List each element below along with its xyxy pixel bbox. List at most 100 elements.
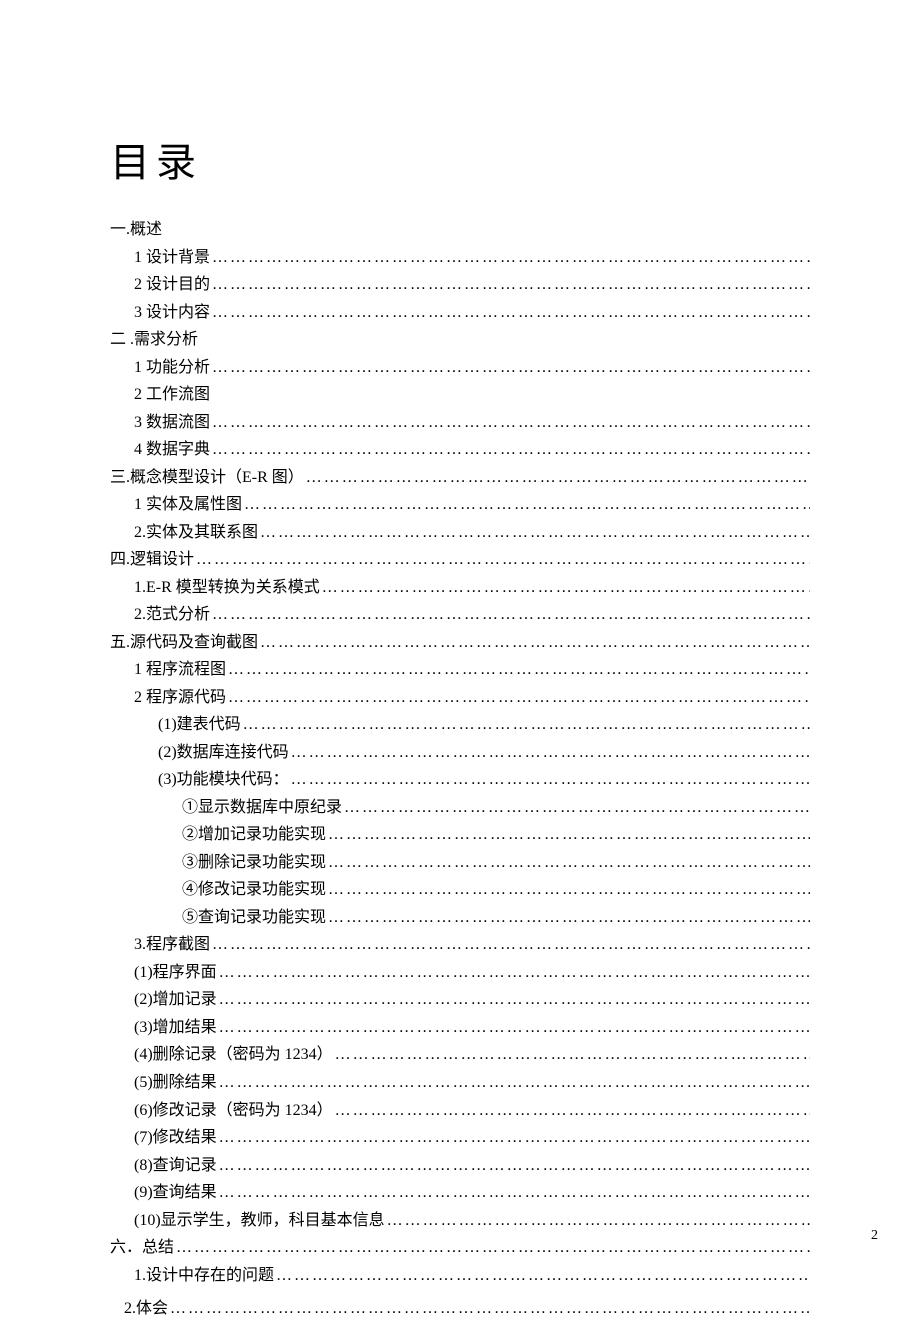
toc-entry: ①显示数据库中原纪录 (110, 794, 810, 822)
toc-entry-label: (1)建表代码 (158, 711, 241, 739)
toc-entry: 1 实体及属性图 (110, 491, 810, 519)
toc-entry-label: (7)修改结果 (134, 1124, 217, 1152)
toc-leader-dots (260, 519, 810, 547)
toc-leader-dots (335, 1097, 810, 1125)
toc-entry-label: (3)增加结果 (134, 1014, 217, 1042)
document-page: 目录 一.概述1 设计背景2 设计目的3 设计内容二 .需求分析1 功能分析2 … (0, 0, 920, 1302)
toc-entry-label: ⑤查询记录功能实现 (182, 904, 326, 932)
toc-entry: 3.程序截图 (110, 931, 810, 959)
toc-leader-dots (212, 354, 810, 382)
toc-entry: ③删除记录功能实现 (110, 849, 810, 877)
toc-entry: 五.源代码及查询截图 (110, 629, 810, 657)
toc-leader-dots (176, 1234, 810, 1262)
toc-leader-dots (196, 546, 810, 574)
toc-entry: 3 设计内容 (110, 299, 810, 327)
toc-entry-label: (8)查询记录 (134, 1152, 217, 1180)
toc-entry-label: 2 工作流图 (134, 381, 210, 409)
toc-entry: (4)删除记录（密码为 1234） (110, 1041, 810, 1069)
toc-entry-label: 1.设计中存在的问题 (134, 1262, 274, 1290)
toc-entry: ②增加记录功能实现 (110, 821, 810, 849)
toc-leader-dots (212, 271, 810, 299)
toc-leader-dots (291, 766, 810, 794)
toc-entry-label: 2.体会 (124, 1295, 168, 1323)
toc-entry-label: 1 功能分析 (134, 354, 210, 382)
toc-entry: ④修改记录功能实现 (110, 876, 810, 904)
toc-entry: (3)功能模块代码： (110, 766, 810, 794)
toc-entry-label: (4)删除记录（密码为 1234） (134, 1041, 333, 1069)
toc-entry: ⑤查询记录功能实现 (110, 904, 810, 932)
toc-entry: (10)显示学生，教师，科目基本信息 (110, 1207, 810, 1235)
toc-leader-dots (328, 849, 810, 877)
toc-entry: 1 程序流程图 (110, 656, 810, 684)
toc-leader-dots (328, 876, 810, 904)
toc-entry: 2 设计目的 (110, 271, 810, 299)
toc-entry-label: 一.概述 (110, 216, 162, 244)
toc-title: 目录 (110, 130, 810, 188)
toc-entry: (8)查询记录 (110, 1152, 810, 1180)
toc-entry: 1.设计中存在的问题 (110, 1262, 810, 1290)
toc-entry-label: 2.实体及其联系图 (134, 519, 258, 547)
toc-entry-label: ④修改记录功能实现 (182, 876, 326, 904)
toc-leader-dots (243, 711, 810, 739)
toc-entry-label: ①显示数据库中原纪录 (182, 794, 342, 822)
toc-entry: 1.E-R 模型转换为关系模式 (110, 574, 810, 602)
toc-leader-dots (344, 794, 810, 822)
toc-entry-label: 4 数据字典 (134, 436, 210, 464)
toc-entry-label: (9)查询结果 (134, 1179, 217, 1207)
toc-entry-label: (3)功能模块代码： (158, 766, 289, 794)
toc-entry: (9)查询结果 (110, 1179, 810, 1207)
toc-leader-dots (219, 1014, 810, 1042)
toc-entry-label: (2)增加记录 (134, 986, 217, 1014)
toc-leader-dots (244, 491, 810, 519)
toc-entry: 一.概述 (110, 216, 810, 244)
toc-leader-dots (212, 436, 810, 464)
toc-leader-dots (219, 986, 810, 1014)
toc-entry: (2)数据库连接代码 (110, 739, 810, 767)
toc-entry-label: 3 设计内容 (134, 299, 210, 327)
toc-entry: (5)删除结果 (110, 1069, 810, 1097)
toc-leader-dots (328, 904, 810, 932)
toc-leader-dots (276, 1262, 810, 1290)
toc-entry: 三.概念模型设计（E-R 图） (110, 464, 810, 492)
toc-entry-label: 三.概念模型设计（E-R 图） (110, 464, 304, 492)
toc-entry-label: 四.逻辑设计 (110, 546, 194, 574)
toc-entry: (1)程序界面 (110, 959, 810, 987)
toc-entry-label: 2 程序源代码 (134, 684, 226, 712)
toc-entry: 1 设计背景 (110, 244, 810, 272)
toc-entry-label: (10)显示学生，教师，科目基本信息 (134, 1207, 385, 1235)
toc-leader-dots (228, 684, 810, 712)
toc-entry-label: ②增加记录功能实现 (182, 821, 326, 849)
toc-leader-dots (291, 739, 810, 767)
toc-entry-label: ③删除记录功能实现 (182, 849, 326, 877)
toc-entry: (7)修改结果 (110, 1124, 810, 1152)
toc-leader-dots (219, 1124, 810, 1152)
toc-entry-label: 3 数据流图 (134, 409, 210, 437)
toc-entry-label: (1)程序界面 (134, 959, 217, 987)
toc-entry: 2 工作流图 (110, 381, 810, 409)
toc-entry: (3)增加结果 (110, 1014, 810, 1042)
toc-entry: 六．总结 (110, 1234, 810, 1262)
toc-leader-dots (219, 1069, 810, 1097)
toc-entry-label: (6)修改记录（密码为 1234） (134, 1097, 333, 1125)
table-of-contents: 一.概述1 设计背景2 设计目的3 设计内容二 .需求分析1 功能分析2 工作流… (110, 216, 810, 1323)
toc-leader-dots (212, 299, 810, 327)
toc-leader-dots (219, 1179, 810, 1207)
toc-entry: 4 数据字典 (110, 436, 810, 464)
toc-entry-label: 1 程序流程图 (134, 656, 226, 684)
toc-entry-label: 2 设计目的 (134, 271, 210, 299)
page-number: 2 (871, 1228, 878, 1244)
toc-entry: (2)增加记录 (110, 986, 810, 1014)
toc-leader-dots (328, 821, 810, 849)
toc-entry-label: 1 实体及属性图 (134, 491, 242, 519)
toc-entry: 2.范式分析 (110, 601, 810, 629)
toc-entry-label: 1 设计背景 (134, 244, 210, 272)
toc-entry-label: (5)删除结果 (134, 1069, 217, 1097)
toc-leader-dots (228, 656, 810, 684)
toc-entry: 2.实体及其联系图 (110, 519, 810, 547)
toc-entry-label: 二 .需求分析 (110, 326, 198, 354)
toc-entry-label: 六．总结 (110, 1234, 174, 1262)
toc-leader-dots (387, 1207, 810, 1235)
toc-leader-dots (212, 409, 810, 437)
toc-leader-dots (335, 1041, 810, 1069)
toc-leader-dots (170, 1295, 810, 1323)
